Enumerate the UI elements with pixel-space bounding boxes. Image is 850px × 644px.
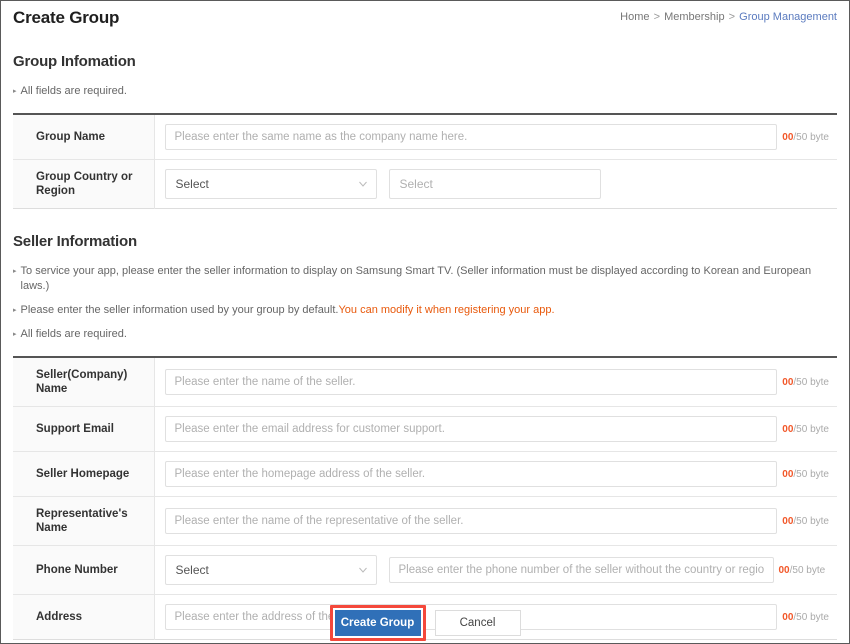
group-information-heading: Group Infomation (13, 53, 837, 70)
breadcrumb-item-home[interactable]: Home (620, 11, 649, 23)
field-cell-group-country-or-region: Select (154, 160, 837, 209)
cancel-button[interactable]: Cancel (435, 610, 521, 636)
byte-counter-limit: /50 byte (793, 132, 829, 143)
seller-company-name-input[interactable] (165, 369, 778, 395)
notice-text: To service your app, please enter the se… (21, 264, 837, 294)
byte-counter-limit: /50 byte (790, 565, 826, 576)
seller-information-heading: Seller Information (13, 233, 837, 250)
byte-counter-used: 00 (782, 516, 793, 527)
byte-counter-limit: /50 byte (793, 469, 829, 480)
seller-information-table: Seller(Company) Name 00/50 byte Support … (13, 356, 837, 640)
bullet-triangle-icon: ▸ (13, 84, 17, 99)
create-group-button[interactable]: Create Group (335, 610, 421, 636)
byte-counter-used: 00 (782, 377, 793, 388)
field-label-group-country-or-region: Group Country or Region (13, 160, 154, 209)
field-label-representatives-name: Representative's Name (13, 497, 154, 546)
representatives-name-input[interactable] (165, 508, 778, 534)
table-row: Group Country or Region Select (13, 160, 837, 209)
seller-notice-list: ▸ To service your app, please enter the … (13, 264, 837, 342)
phone-country-select-wrap: Select (165, 555, 377, 585)
byte-counter-used: 00 (782, 132, 793, 143)
byte-counter: 00/50 byte (782, 516, 829, 527)
field-cell-phone-number: Select 00/50 byte (154, 546, 837, 595)
group-region-input[interactable] (389, 169, 601, 199)
table-row: Seller(Company) Name 00/50 byte (13, 357, 837, 407)
page-header: Create Group Home > Membership > Group M… (13, 1, 837, 35)
group-information-table: Group Name 00/50 byte Group Country or R… (13, 113, 837, 209)
field-label-phone-number: Phone Number (13, 546, 154, 595)
phone-country-select[interactable]: Select (165, 555, 377, 585)
group-country-select[interactable]: Select (165, 169, 377, 199)
notice-item: ▸ Please enter the seller information us… (13, 303, 837, 318)
byte-counter: 00/50 byte (782, 424, 829, 435)
breadcrumb-item-group-management[interactable]: Group Management (739, 11, 837, 23)
field-cell-group-name: 00/50 byte (154, 114, 837, 160)
field-cell-seller-company-name: 00/50 byte (154, 357, 837, 407)
notice-highlight-text: You can modify it when registering your … (338, 303, 554, 318)
notice-text: Please enter the seller information used… (21, 303, 339, 318)
byte-counter-used: 00 (779, 565, 790, 576)
bullet-triangle-icon: ▸ (13, 264, 17, 279)
byte-counter-limit: /50 byte (793, 377, 829, 388)
byte-counter-limit: /50 byte (793, 424, 829, 435)
bullet-triangle-icon: ▸ (13, 303, 17, 318)
byte-counter-used: 00 (782, 424, 793, 435)
byte-counter-used: 00 (782, 469, 793, 480)
breadcrumb-separator: > (653, 11, 661, 23)
notice-text: All fields are required. (21, 84, 127, 99)
create-group-page: Create Group Home > Membership > Group M… (0, 0, 850, 644)
notice-item: ▸ All fields are required. (13, 327, 837, 342)
table-row: Support Email 00/50 byte (13, 407, 837, 452)
notice-text: All fields are required. (21, 327, 127, 342)
phone-number-input[interactable] (389, 557, 774, 583)
byte-counter-limit: /50 byte (793, 516, 829, 527)
table-row: Seller Homepage 00/50 byte (13, 452, 837, 497)
byte-counter: 00/50 byte (782, 377, 829, 388)
group-country-select-wrap: Select (165, 169, 377, 199)
annotation-highlight-box: Create Group (330, 605, 426, 641)
breadcrumb-separator: > (728, 11, 736, 23)
breadcrumb-item-membership[interactable]: Membership (664, 11, 725, 23)
notice-item: ▸ To service your app, please enter the … (13, 264, 837, 294)
bullet-triangle-icon: ▸ (13, 327, 17, 342)
field-label-support-email: Support Email (13, 407, 154, 452)
form-action-bar: Create Group Cancel (1, 605, 849, 641)
table-row: Representative's Name 00/50 byte (13, 497, 837, 546)
notice-item: ▸ All fields are required. (13, 84, 837, 99)
field-label-seller-company-name: Seller(Company) Name (13, 357, 154, 407)
field-cell-support-email: 00/50 byte (154, 407, 837, 452)
field-cell-seller-homepage: 00/50 byte (154, 452, 837, 497)
seller-homepage-input[interactable] (165, 461, 778, 487)
breadcrumb: Home > Membership > Group Management (620, 11, 837, 23)
field-cell-representatives-name: 00/50 byte (154, 497, 837, 546)
group-notice-list: ▸ All fields are required. (13, 84, 837, 99)
table-row: Phone Number Select 00/50 byte (13, 546, 837, 595)
support-email-input[interactable] (165, 416, 778, 442)
table-row: Group Name 00/50 byte (13, 114, 837, 160)
byte-counter: 00/50 byte (782, 132, 829, 143)
field-label-seller-homepage: Seller Homepage (13, 452, 154, 497)
byte-counter: 00/50 byte (782, 469, 829, 480)
byte-counter: 00/50 byte (779, 565, 826, 576)
group-name-input[interactable] (165, 124, 778, 150)
field-label-group-name: Group Name (13, 114, 154, 160)
